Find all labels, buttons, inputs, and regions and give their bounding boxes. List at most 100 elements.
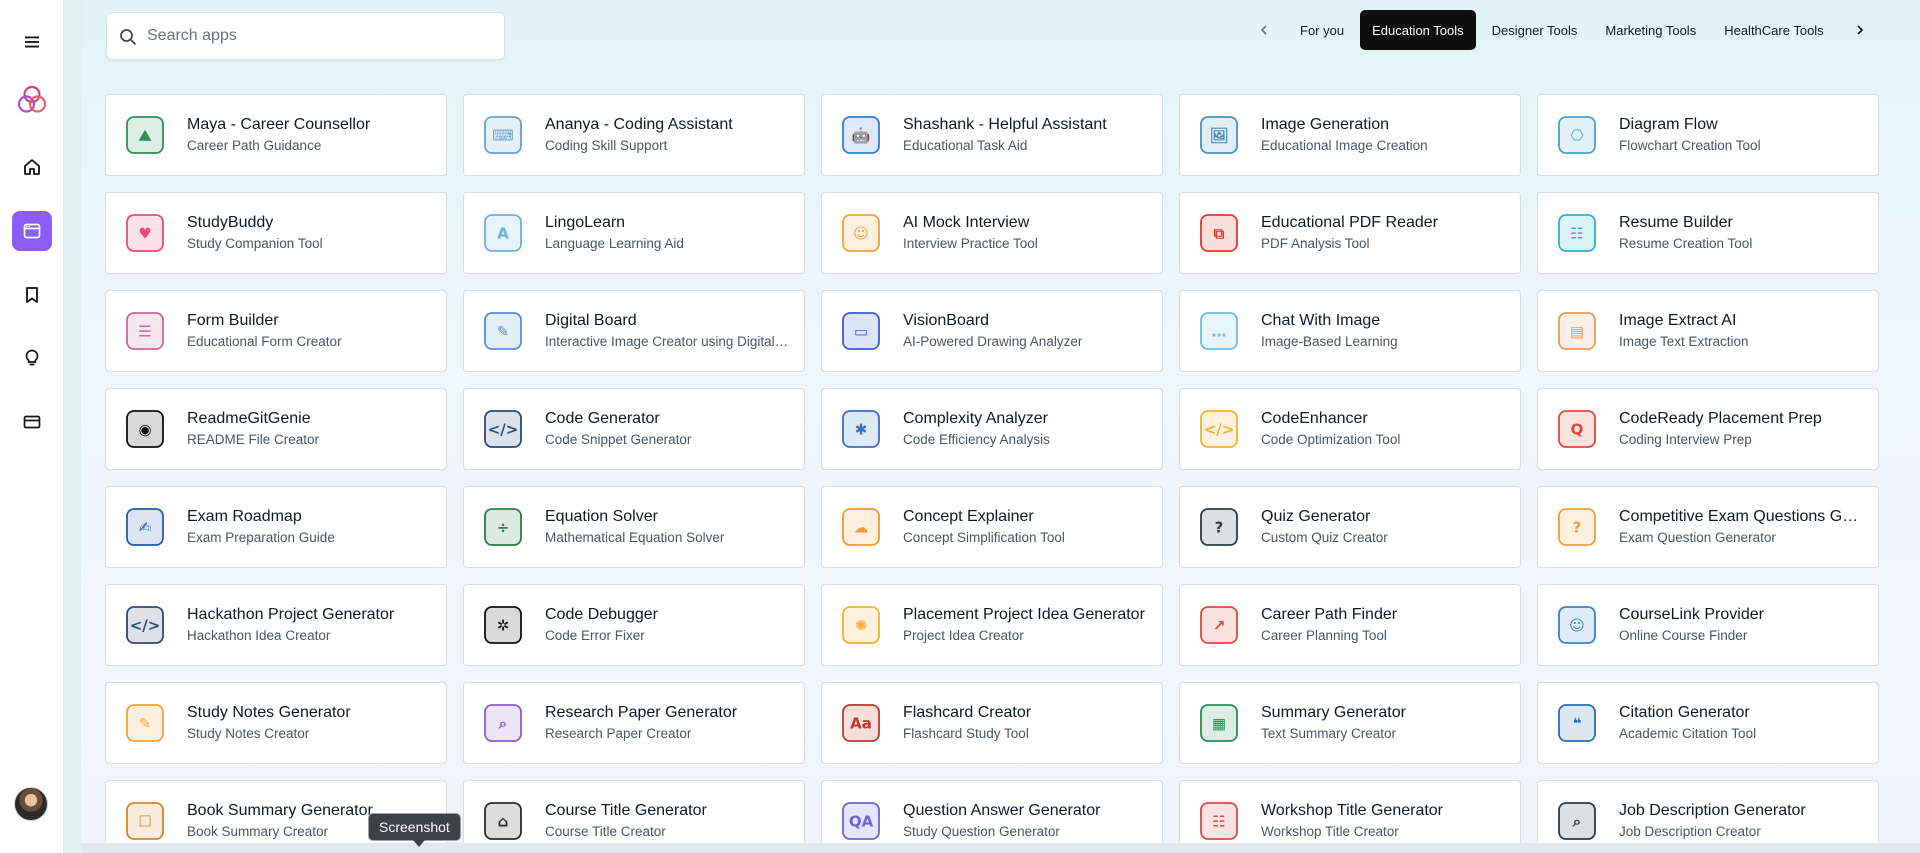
app-card[interactable]: ❝ Citation Generator Academic Citation Too… <box>1537 682 1879 764</box>
nav-bookmarks[interactable] <box>12 275 52 315</box>
nav-apps[interactable] <box>12 211 52 251</box>
app-title: Code Debugger <box>545 606 658 623</box>
app-card[interactable]: Aa Flashcard Creator Flashcard Study Tool <box>821 682 1163 764</box>
app-card[interactable]: ▦ Summary Generator Text Summary Creator <box>1179 682 1521 764</box>
tab-for-you[interactable]: For you <box>1288 10 1356 50</box>
app-title: CourseLink Provider <box>1619 606 1764 623</box>
logo-icon <box>17 85 47 113</box>
app-card[interactable]: ? Quiz Generator Custom Quiz Creator <box>1179 486 1521 568</box>
tab-marketing-tools[interactable]: Marketing Tools <box>1593 10 1708 50</box>
app-card[interactable]: </> Code Generator Code Snippet Generator <box>463 388 805 470</box>
app-subtitle: README File Creator <box>187 432 320 447</box>
app-subtitle: Exam Question Generator <box>1619 530 1776 545</box>
app-card[interactable]: ↗ Career Path Finder Career Planning Tool <box>1179 584 1521 666</box>
app-subtitle: Study Companion Tool <box>187 236 323 251</box>
app-title: Chat With Image <box>1261 312 1381 329</box>
app-card-text: Form Builder Educational Form Creator <box>187 311 432 351</box>
app-card[interactable]: ✱ Complexity Analyzer Code Efficiency Anal… <box>821 388 1163 470</box>
svg-text:▭: ▭ <box>854 323 868 341</box>
app-card[interactable]: ◉ ReadmeGitGenie README File Creator <box>105 388 447 470</box>
app-card-text: CourseLink Provider Online Course Finder <box>1619 605 1864 645</box>
tab-education-tools[interactable]: Education Tools <box>1360 10 1476 50</box>
app-card[interactable]: A LingoLearn Language Learning Aid <box>463 192 805 274</box>
tab-healthcare-tools[interactable]: HealthCare Tools <box>1712 10 1835 50</box>
svg-text:⎔: ⎔ <box>1570 127 1583 145</box>
app-card[interactable]: 🤖 Shashank - Helpful Assistant Educational… <box>821 94 1163 176</box>
app-card[interactable]: ☷ Resume Builder Resume Creation Tool <box>1537 192 1879 274</box>
app-subtitle: Educational Image Creation <box>1261 138 1428 153</box>
app-card[interactable]: ✺ Placement Project Idea Generator Project… <box>821 584 1163 666</box>
main-content: For you Education Tools Designer Tools M… <box>81 0 1920 853</box>
app-card[interactable]: ⌨ Ananya - Coding Assistant Coding Skill S… <box>463 94 805 176</box>
app-card[interactable]: </> Hackathon Project Generator Hackathon … <box>105 584 447 666</box>
app-card-text: Digital Board Interactive Image Creator u… <box>545 311 790 351</box>
tab-designer-tools[interactable]: Designer Tools <box>1480 10 1590 50</box>
chat-bubble-icon: … <box>1194 306 1244 356</box>
app-card-text: Hackathon Project Generator Hackathon Ide… <box>187 605 432 645</box>
research-doc-icon: ⌕ <box>478 698 528 748</box>
app-card[interactable]: ⌕ Research Paper Generator Research Paper … <box>463 682 805 764</box>
svg-text:☺: ☺ <box>853 225 869 243</box>
app-subtitle: Research Paper Creator <box>545 726 692 741</box>
app-card-text: Educational PDF Reader PDF Analysis Tool <box>1261 213 1506 253</box>
app-card[interactable]: ✎ Study Notes Generator Study Notes Creato… <box>105 682 447 764</box>
app-card[interactable]: ☰ Form Builder Educational Form Creator <box>105 290 447 372</box>
form-icon: ☰ <box>120 306 170 356</box>
lightbulb-icon <box>25 349 39 366</box>
app-card[interactable]: ▭ VisionBoard AI-Powered Drawing Analyzer <box>821 290 1163 372</box>
svg-text:☷: ☷ <box>1570 225 1583 243</box>
app-subtitle: Code Optimization Tool <box>1261 432 1401 447</box>
chevron-left-icon <box>1260 25 1267 35</box>
nav-billing[interactable] <box>12 402 52 442</box>
app-card-text: Chat With Image Image-Based Learning <box>1261 311 1506 351</box>
app-title: VisionBoard <box>903 312 989 329</box>
app-subtitle: Course Title Creator <box>545 824 666 839</box>
app-title: Competitive Exam Questions Generator <box>1619 508 1864 525</box>
app-title: Diagram Flow <box>1619 116 1718 133</box>
app-card[interactable]: … Chat With Image Image-Based Learning <box>1179 290 1521 372</box>
menu-button[interactable] <box>12 22 52 62</box>
app-card[interactable]: ☺ CourseLink Provider Online Course Finder <box>1537 584 1879 666</box>
logo-button[interactable] <box>12 80 52 120</box>
app-card[interactable]: </> CodeEnhancer Code Optimization Tool <box>1179 388 1521 470</box>
photo-stack-icon: ▤ <box>1552 306 1602 356</box>
app-card-text: CodeReady Placement Prep Coding Interview… <box>1619 409 1864 449</box>
app-card[interactable]: 🖼 Image Generation Educational Image Creat… <box>1179 94 1521 176</box>
app-card[interactable]: Q CodeReady Placement Prep Coding Intervie… <box>1537 388 1879 470</box>
app-card[interactable]: ÷ Equation Solver Mathematical Equation So… <box>463 486 805 568</box>
app-card[interactable]: ▤ Image Extract AI Image Text Extraction <box>1537 290 1879 372</box>
user-avatar[interactable] <box>14 787 48 821</box>
tabs-prev-button[interactable] <box>1244 10 1284 50</box>
whiteboard-person-icon: ✎ <box>478 306 528 356</box>
app-subtitle: Code Error Fixer <box>545 628 645 643</box>
svg-text:☁: ☁ <box>854 519 869 537</box>
app-card[interactable]: ☁ Concept Explainer Concept Simplification… <box>821 486 1163 568</box>
app-title: Quiz Generator <box>1261 508 1371 525</box>
app-card[interactable]: ✲ Code Debugger Code Error Fixer <box>463 584 805 666</box>
robot-icon: 🤖 <box>836 110 886 160</box>
search-input[interactable] <box>147 13 497 59</box>
app-card[interactable]: ⧉ Educational PDF Reader PDF Analysis Tool <box>1179 192 1521 274</box>
app-title: Complexity Analyzer <box>903 410 1048 427</box>
tabs-next-button[interactable] <box>1840 10 1880 50</box>
app-card[interactable]: ♥ StudyBuddy Study Companion Tool <box>105 192 447 274</box>
app-title: Placement Project Idea Generator <box>903 606 1145 623</box>
search-box <box>106 12 505 60</box>
flowchart-icon: ⎔ <box>1552 110 1602 160</box>
app-card[interactable]: ✍ Exam Roadmap Exam Preparation Guide <box>105 486 447 568</box>
nav-home[interactable] <box>12 147 52 187</box>
screenshot-tooltip: Screenshot <box>368 813 461 847</box>
app-card[interactable]: ✎ Digital Board Interactive Image Creator … <box>463 290 805 372</box>
app-card[interactable]: ? Competitive Exam Questions Generator Exa… <box>1537 486 1879 568</box>
app-card[interactable]: ⎔ Diagram Flow Flowchart Creation Tool <box>1537 94 1879 176</box>
app-card[interactable]: ☺ AI Mock Interview Interview Practice Too… <box>821 192 1163 274</box>
svg-text:</>: </> <box>130 617 161 635</box>
app-card[interactable]: ⛰ Maya - Career Counsellor Career Path Gui… <box>105 94 447 176</box>
app-subtitle: Code Efficiency Analysis <box>903 432 1050 447</box>
nav-ideas[interactable] <box>12 338 52 378</box>
app-title: Course Title Generator <box>545 802 707 819</box>
category-tabs: For you Education Tools Designer Tools M… <box>1244 10 1880 50</box>
svg-text:QA: QA <box>849 813 874 831</box>
app-card-text: Workshop Title Generator Workshop Title C… <box>1261 801 1506 841</box>
app-card-text: Resume Builder Resume Creation Tool <box>1619 213 1864 253</box>
